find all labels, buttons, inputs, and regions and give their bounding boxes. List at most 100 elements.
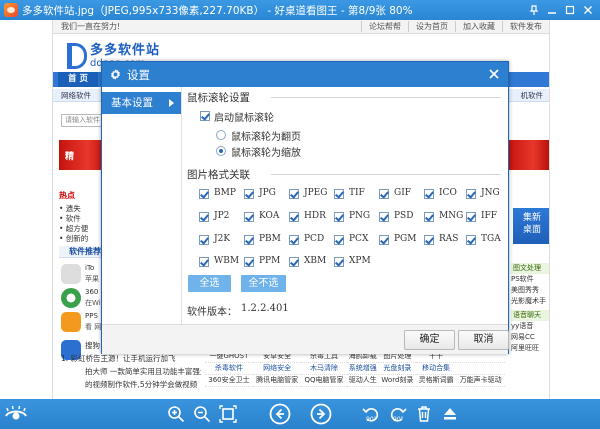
site-logo-cn: 多多软件站 <box>90 43 161 58</box>
wheel-page-label: 鼠标滚轮为翻页 <box>231 132 301 143</box>
viewer-title-bar: 多多软件站.jpg（JPEG,995x733像素,227.70KB） - 好桌道… <box>0 0 600 20</box>
format-checkbox-jpeg[interactable] <box>289 189 299 199</box>
format-label-ras: RAS <box>439 234 459 244</box>
minimize-icon[interactable] <box>544 2 560 17</box>
version-label: 软件版本： <box>187 307 237 318</box>
viewport-margin-right <box>550 20 600 399</box>
format-checkbox-jp2[interactable] <box>199 212 209 222</box>
site-news-line: 拍大师 一款简单实用且功能丰富强大 <box>85 367 201 376</box>
site-hot-list: 热点 • 遗失 • 软件 • 超方便 • 创新的 <box>59 190 105 244</box>
site-top-link: 加入收藏 <box>455 21 502 32</box>
format-checkbox-pbm[interactable] <box>244 235 254 245</box>
zoom-in-icon[interactable] <box>165 403 187 425</box>
format-label-pcx: PCX <box>349 234 369 244</box>
site-ad-line: 集新 <box>522 213 541 223</box>
section-divider <box>271 174 501 175</box>
wheel-zoom-radio[interactable] <box>216 146 226 156</box>
format-checkbox-j2k[interactable] <box>199 235 209 245</box>
format-checkbox-tga[interactable] <box>466 235 476 245</box>
site-top-bar: 我们一直在努力! 论坛帮帮 设为首页 加入收藏 软件发布 <box>53 20 549 34</box>
site-right-ad: 集新 桌面 <box>513 208 549 244</box>
format-label-jp2: JP2 <box>214 211 230 221</box>
format-label-koa: KOA <box>259 211 280 221</box>
site-ad-line: 桌面 <box>522 225 541 235</box>
format-checkbox-xpm[interactable] <box>334 257 344 267</box>
format-checkbox-bmp[interactable] <box>199 189 209 199</box>
next-image-icon[interactable] <box>309 403 333 425</box>
select-all-button[interactable]: 全选 <box>188 275 231 292</box>
site-right-list-head: 语音聊天 <box>511 310 549 321</box>
site-hot-line: • 创新的 <box>59 234 89 243</box>
format-checkbox-pgm[interactable] <box>379 235 389 245</box>
previous-image-icon[interactable] <box>268 403 292 425</box>
dialog-close-icon[interactable] <box>487 67 501 81</box>
format-checkbox-mng[interactable] <box>424 212 434 222</box>
chevron-right-icon <box>169 99 174 107</box>
format-label-mng: MNG <box>439 211 464 221</box>
site-category: 系统增强 <box>346 362 379 375</box>
eject-icon[interactable] <box>439 403 461 425</box>
enable-wheel-label: 启动鼠标滚轮 <box>214 113 274 124</box>
close-icon[interactable] <box>580 2 596 17</box>
format-checkbox-pcd[interactable] <box>289 235 299 245</box>
section-divider <box>271 97 501 98</box>
site-top-link: 软件发布 <box>502 21 549 32</box>
pps-icon <box>61 312 81 332</box>
format-checkbox-jng[interactable] <box>466 189 476 199</box>
site-category: 杀毒软件 <box>205 362 253 375</box>
eye-icon[interactable] <box>4 404 28 424</box>
format-label-xbm: XBM <box>304 256 327 266</box>
format-checkbox-hdr[interactable] <box>289 212 299 222</box>
settings-dialog-header[interactable]: 设置 <box>102 62 508 87</box>
format-checkbox-ico[interactable] <box>424 189 434 199</box>
maximize-icon[interactable] <box>562 2 578 17</box>
soft-desc: 看 网 <box>85 323 102 331</box>
rotate-left-icon[interactable]: 90° <box>360 403 382 425</box>
site-section-recommend: 软件推荐 <box>59 246 105 258</box>
rotate-right-icon[interactable]: 90° <box>387 403 409 425</box>
site-category: 驱动人生 <box>346 374 379 387</box>
wheel-page-radio[interactable] <box>216 130 226 140</box>
site-hot-title: 热点 <box>59 191 75 200</box>
gear-icon <box>108 68 122 82</box>
format-checkbox-iff[interactable] <box>466 212 476 222</box>
soft-name: iTo <box>85 264 95 272</box>
site-slogan: 我们一直在努力! <box>61 22 121 31</box>
ok-button[interactable]: 确定 <box>404 330 455 350</box>
settings-dialog-body: 基本设置 鼠标滚轮设置 启动鼠标滚轮 鼠标滚轮为翻页 鼠标滚轮为缩放 图片格式关… <box>102 87 508 324</box>
select-none-button[interactable]: 全不选 <box>241 275 286 292</box>
format-checkbox-ppm[interactable] <box>244 257 254 267</box>
cancel-button[interactable]: 取消 <box>458 330 509 350</box>
format-label-wbm: WBM <box>214 256 240 266</box>
viewer-toolbar: 90° 90° <box>0 399 600 429</box>
format-checkbox-pcx[interactable] <box>334 235 344 245</box>
pin-icon[interactable] <box>526 2 542 17</box>
format-label-pgm: PGM <box>394 234 417 244</box>
format-checkbox-wbm[interactable] <box>199 257 209 267</box>
format-label-hdr: HDR <box>304 211 326 221</box>
format-checkbox-tif[interactable] <box>334 189 344 199</box>
sidebar-item-basic-settings[interactable]: 基本设置 <box>102 92 181 114</box>
site-category: 木马清除 <box>301 362 347 375</box>
format-checkbox-gif[interactable] <box>379 189 389 199</box>
site-banner-right <box>508 140 549 170</box>
fit-window-icon[interactable] <box>217 403 239 425</box>
format-checkbox-png[interactable] <box>334 212 344 222</box>
delete-icon[interactable] <box>413 403 435 425</box>
site-category: 光盘刻录 <box>378 362 416 375</box>
site-hot-line: • 超方便 <box>59 224 89 233</box>
format-label-j2k: J2K <box>214 234 231 244</box>
window-title: 多多软件站.jpg（JPEG,995x733像素,227.70KB） - 好桌道… <box>22 4 413 17</box>
format-checkbox-psd[interactable] <box>379 212 389 222</box>
site-subnav-left: 网络软件 <box>61 91 91 100</box>
enable-wheel-checkbox[interactable] <box>200 111 210 121</box>
format-label-psd: PSD <box>394 211 414 221</box>
format-checkbox-jpg[interactable] <box>244 189 254 199</box>
version-value: 1.2.2.401 <box>241 303 289 314</box>
format-checkbox-xbm[interactable] <box>289 257 299 267</box>
format-checkbox-ras[interactable] <box>424 235 434 245</box>
zoom-out-icon[interactable] <box>191 403 213 425</box>
soft-desc: 苹果 <box>85 275 99 283</box>
format-checkbox-koa[interactable] <box>244 212 254 222</box>
settings-dialog-title: 设置 <box>127 67 150 82</box>
